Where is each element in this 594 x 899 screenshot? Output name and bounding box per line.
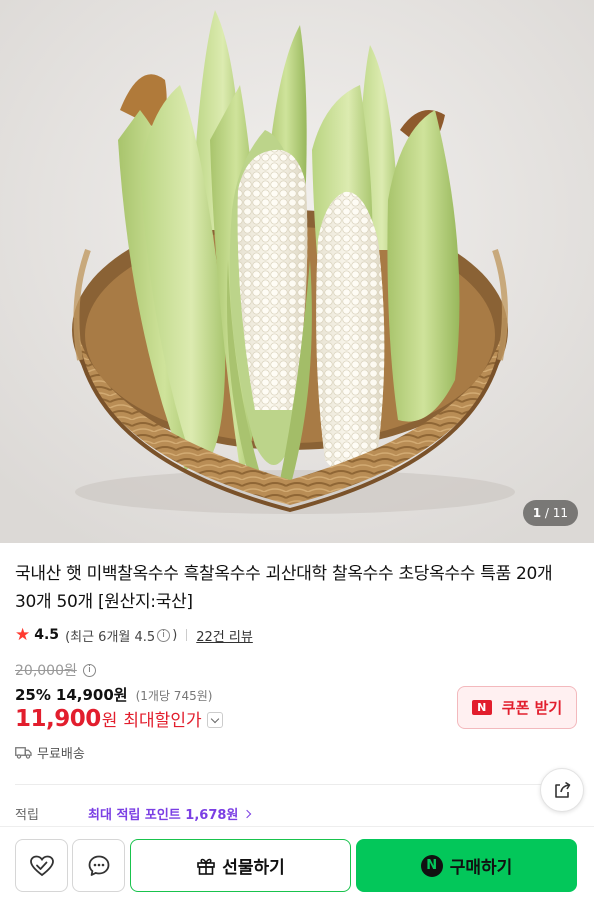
chat-bubble-icon [88, 855, 109, 876]
shipping-label: 무료배송 [37, 747, 85, 762]
rating-recent-close: ) [172, 627, 178, 643]
heart-check-icon [29, 855, 54, 876]
max-discount-label: 최대할인가 [123, 711, 202, 731]
corn-basket-illustration [0, 0, 594, 543]
sale-price-row: 25% 14,900원 (1개당 745원) [15, 684, 212, 705]
points-row[interactable]: 적립 최대 적립 포인트 1,678원 [15, 804, 252, 823]
share-button[interactable] [540, 768, 584, 812]
chevron-right-icon [243, 809, 252, 818]
truck-icon [15, 747, 32, 759]
divider [15, 784, 579, 785]
price-info-icon[interactable]: i [82, 663, 96, 677]
rating-score: 4.5 [34, 627, 60, 643]
page-separator: / [541, 506, 553, 520]
naver-pay-icon: N [420, 854, 443, 877]
buy-label: 구매하기 [449, 858, 513, 878]
discount-percent: 25% [15, 686, 51, 704]
shipping-row: 무료배송 [15, 743, 85, 762]
divider [186, 629, 188, 641]
original-price: 20,000원 [15, 663, 77, 679]
gift-icon [197, 858, 216, 875]
page-current: 1 [532, 506, 542, 520]
max-discount-row[interactable]: 11,900 원 최대할인가 [15, 706, 223, 732]
image-page-indicator: 1 / 11 [522, 500, 578, 526]
points-text: 최대 적립 포인트 1,678원 [88, 808, 239, 823]
product-image[interactable]: 1 / 11 [0, 0, 594, 543]
coupon-label: 쿠폰 받기 [501, 699, 563, 717]
naver-n-badge-icon: N [471, 700, 492, 715]
rating-recent-text: (최근 6개월 4.5 [65, 629, 156, 645]
points-label: 적립 [15, 808, 39, 823]
gift-button[interactable]: 선물하기 [130, 839, 351, 892]
wishlist-button[interactable] [15, 839, 68, 892]
max-discount-unit: 원 [101, 711, 118, 731]
bottom-action-bar: 선물하기 N 구매하기 [0, 826, 594, 899]
buy-button[interactable]: N 구매하기 [356, 839, 577, 892]
star-icon: ★ [15, 624, 31, 645]
page-total: 11 [552, 506, 568, 520]
coupon-button[interactable]: N 쿠폰 받기 [457, 686, 577, 729]
unit-price: (1개당 745원) [135, 689, 213, 703]
original-price-row: 20,000원 i [15, 660, 98, 680]
product-title: 국내산 햇 미백찰옥수수 흑찰옥수수 괴산대학 찰옥수수 초당옥수수 특품 20… [15, 564, 553, 612]
gift-label: 선물하기 [222, 858, 285, 878]
reviews-link[interactable]: 22건 리뷰 [196, 626, 253, 645]
chat-button[interactable] [72, 839, 125, 892]
info-icon[interactable]: i [157, 628, 171, 642]
chevron-down-icon[interactable] [206, 712, 223, 728]
share-icon [555, 781, 571, 798]
max-discount-price: 11,900 [15, 706, 101, 732]
rating-row: ★ 4.5 (최근 6개월 4.5 i ) 22건 리뷰 [15, 625, 253, 645]
sale-price: 14,900원 [55, 686, 128, 704]
